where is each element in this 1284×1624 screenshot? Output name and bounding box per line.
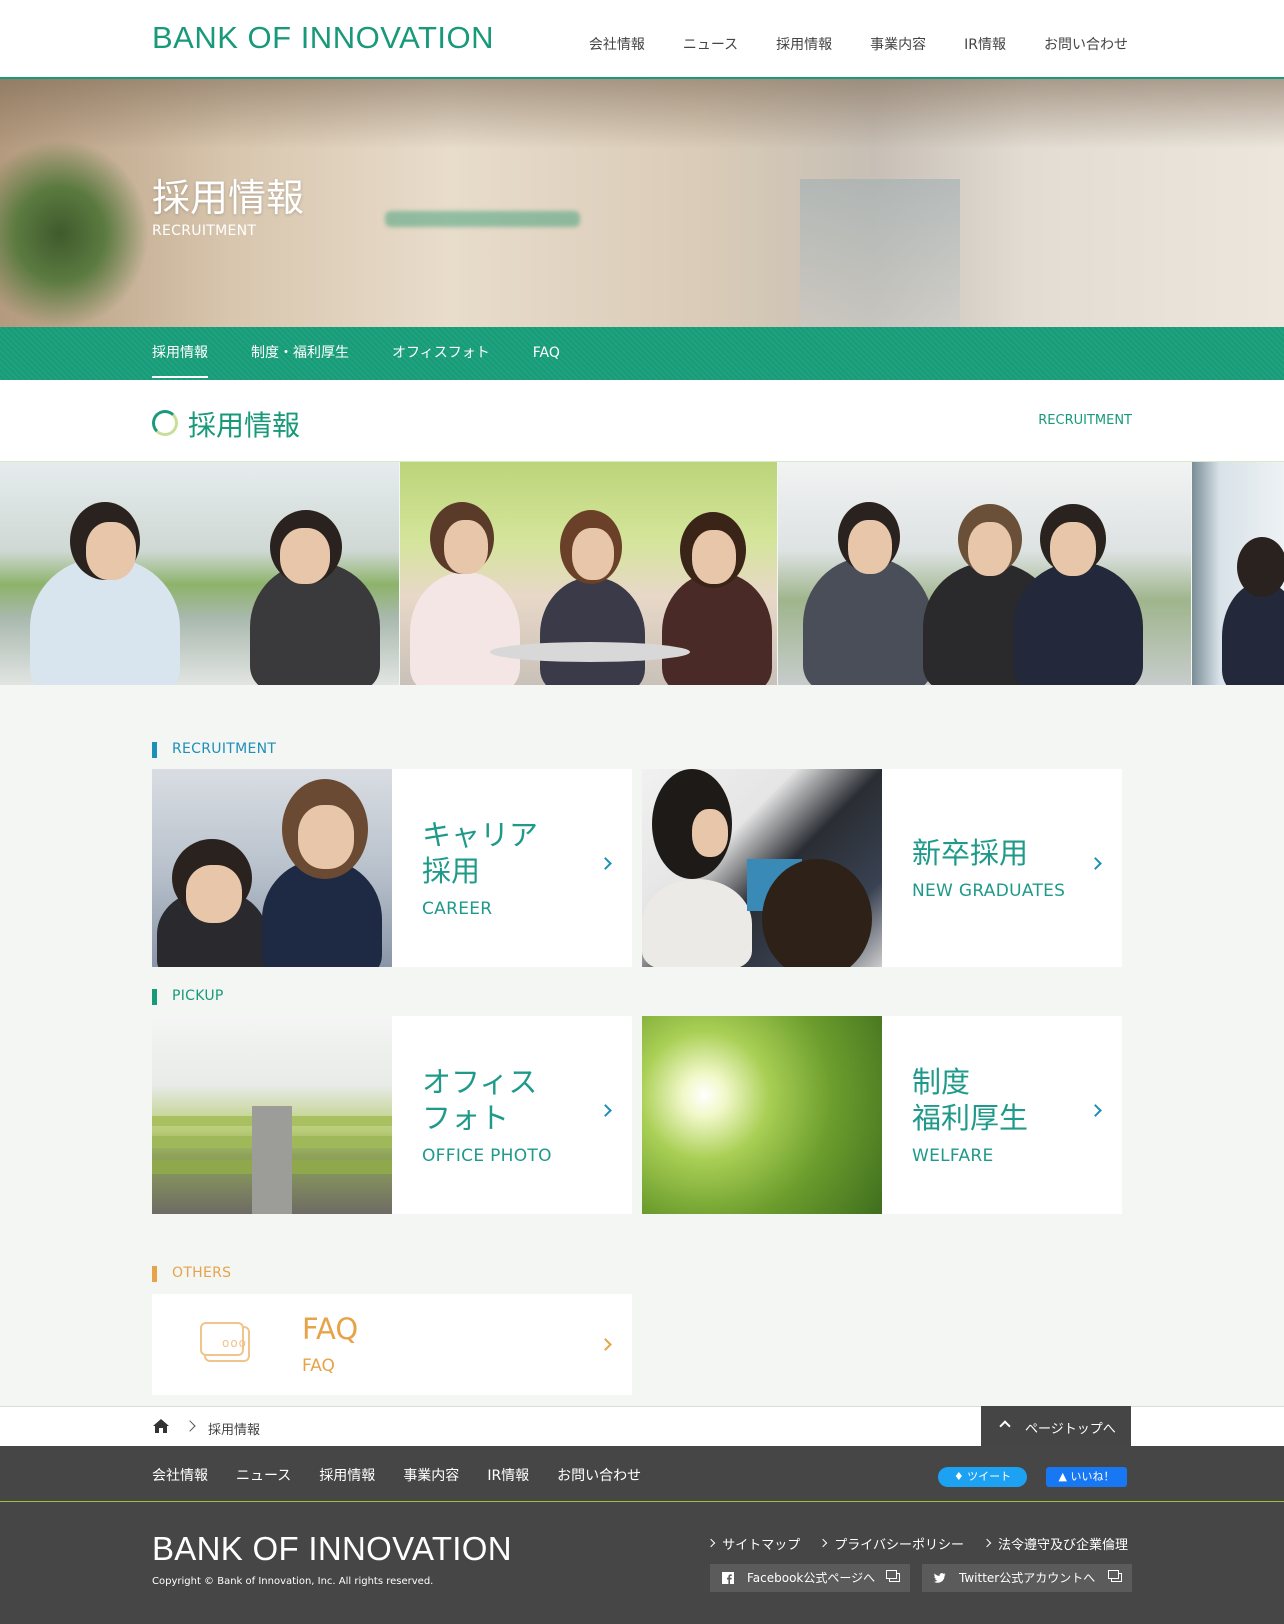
faq-card[interactable]: ooo FAQ FAQ	[152, 1294, 632, 1395]
new-graduates-card[interactable]: 新卒採用 NEW GRADUATES	[642, 769, 1122, 967]
compliance-link[interactable]: 法令遵守及び企業倫理	[984, 1534, 1128, 1553]
fnav-contact[interactable]: お問い合わせ	[557, 1465, 641, 1485]
chevron-right-icon	[599, 1338, 612, 1351]
hero-banner: 採用情報 RECRUITMENT	[0, 79, 1284, 327]
chat-bubble-dots: ooo	[222, 1336, 248, 1350]
hero-subtitle: RECRUITMENT	[152, 223, 257, 239]
new-graduates-title: 新卒採用	[912, 836, 1029, 870]
hero-plant-image	[0, 139, 150, 327]
gnav-news[interactable]: ニュース	[683, 34, 738, 54]
new-graduates-photo	[642, 769, 882, 967]
office-photo-image	[152, 1016, 392, 1214]
subnav-office-photo[interactable]: オフィスフォト	[392, 327, 490, 380]
page-top-button[interactable]: ページトップへ	[981, 1406, 1131, 1447]
office-photo-title-line2: フォト	[422, 1101, 510, 1135]
subnav-faq[interactable]: FAQ	[533, 327, 560, 380]
facebook-page-button[interactable]: Facebook公式ページへ	[710, 1564, 910, 1592]
chevron-right-icon	[184, 1420, 196, 1432]
sitemap-link[interactable]: サイトマップ	[708, 1534, 800, 1553]
facebook-icon	[722, 1572, 734, 1584]
hero-ceiling-image	[0, 79, 1284, 149]
photo-office-two-men	[0, 462, 399, 685]
tweet-label: ツイート	[967, 1470, 1012, 1483]
site-logo[interactable]: BANK OF INNOVATION	[152, 20, 494, 56]
chevron-right-icon	[1089, 1104, 1102, 1117]
photo-three-men-office	[778, 462, 1191, 685]
footer-bottom: BANK OF INNOVATION Copyright © Bank of I…	[0, 1502, 1284, 1624]
faq-title: FAQ	[302, 1312, 359, 1346]
fnav-news[interactable]: ニュース	[236, 1465, 291, 1485]
pickup-label: PICKUP	[152, 988, 224, 1005]
facebook-page-label: Facebook公式ページへ	[747, 1571, 876, 1585]
new-graduates-title-en: NEW GRADUATES	[912, 881, 1066, 901]
twitter-icon	[934, 1573, 946, 1583]
faq-title-en: FAQ	[302, 1356, 335, 1376]
footer-logo[interactable]: BANK OF INNOVATION	[152, 1530, 512, 1568]
welfare-title-line1: 制度	[912, 1065, 971, 1099]
gnav-ir[interactable]: IR情報	[964, 34, 1006, 54]
office-photo-card[interactable]: オフィス フォト OFFICE PHOTO	[152, 1016, 632, 1214]
welfare-card[interactable]: 制度 福利厚生 WELFARE	[642, 1016, 1122, 1214]
tweet-button[interactable]: ♦ ツイート	[938, 1467, 1027, 1487]
subnav-welfare[interactable]: 制度・福利厚生	[251, 327, 349, 380]
subnav-recruit[interactable]: 採用情報	[152, 327, 208, 380]
gnav-company[interactable]: 会社情報	[589, 34, 645, 54]
welfare-title-line2: 福利厚生	[912, 1101, 1029, 1135]
external-window-icon	[1108, 1570, 1122, 1582]
external-window-icon	[886, 1570, 900, 1582]
office-photo-title-line1: オフィス	[422, 1065, 538, 1099]
privacy-policy-link[interactable]: プライバシーポリシー	[820, 1534, 964, 1553]
gnav-business[interactable]: 事業内容	[870, 34, 926, 54]
chevron-right-icon	[599, 857, 612, 870]
like-button[interactable]: ▲ いいね！	[1046, 1467, 1127, 1487]
footer-links: サイトマップ プライバシーポリシー 法令遵守及び企業倫理	[708, 1534, 1128, 1553]
career-title-line2: 採用	[422, 854, 481, 888]
ring-icon	[152, 410, 178, 436]
thumbs-up-icon: ▲	[1058, 1470, 1071, 1483]
chevron-right-icon	[1089, 857, 1102, 870]
photo-three-women-cafe	[400, 462, 777, 685]
photo-strip	[0, 462, 1284, 685]
career-photo	[152, 769, 392, 967]
career-card[interactable]: キャリア 採用 CAREER	[152, 769, 632, 967]
chevron-up-icon	[999, 1420, 1011, 1432]
others-label: OTHERS	[152, 1265, 231, 1282]
fnav-business[interactable]: 事業内容	[403, 1465, 459, 1485]
fnav-ir[interactable]: IR情報	[487, 1465, 529, 1485]
welfare-leaves-image	[642, 1016, 882, 1214]
section-title: 採用情報	[188, 409, 301, 442]
copyright: Copyright © Bank of Innovation, Inc. All…	[152, 1576, 434, 1587]
home-icon[interactable]	[152, 1418, 170, 1434]
fnav-company[interactable]: 会社情報	[152, 1465, 208, 1485]
career-title-en: CAREER	[422, 899, 493, 919]
hero-title: 採用情報	[152, 176, 305, 220]
hero-glass-door-image	[800, 179, 960, 327]
global-nav: 会社情報 ニュース 採用情報 事業内容 IR情報 お問い合わせ	[589, 34, 1128, 54]
section-title-en: RECRUITMENT	[1038, 413, 1132, 428]
twitter-account-button[interactable]: Twitter公式アカウントへ	[922, 1564, 1132, 1592]
sub-nav: 採用情報 制度・福利厚生 オフィスフォト FAQ	[0, 327, 1284, 380]
career-title-line1: キャリア	[422, 818, 539, 852]
gnav-contact[interactable]: お問い合わせ	[1044, 34, 1128, 54]
hero-wall-sign-image	[385, 211, 580, 227]
section-title-bar: 採用情報 RECRUITMENT	[0, 380, 1284, 462]
twitter-bird-icon: ♦	[953, 1470, 968, 1483]
breadcrumb: 採用情報 ページトップへ	[0, 1406, 1284, 1447]
photo-window-partial	[1192, 462, 1284, 685]
breadcrumb-current: 採用情報	[208, 1423, 261, 1438]
office-photo-title-en: OFFICE PHOTO	[422, 1146, 552, 1166]
chevron-right-icon	[599, 1104, 612, 1117]
welfare-title-en: WELFARE	[912, 1146, 994, 1166]
gnav-recruit[interactable]: 採用情報	[776, 34, 832, 54]
recruitment-label: RECRUITMENT	[152, 741, 276, 758]
fnav-recruit[interactable]: 採用情報	[319, 1465, 375, 1485]
like-label: いいね！	[1070, 1470, 1115, 1483]
site-header: BANK OF INNOVATION 会社情報 ニュース 採用情報 事業内容 I…	[0, 0, 1284, 79]
page-top-label: ページトップへ	[1025, 1422, 1116, 1437]
twitter-account-label: Twitter公式アカウントへ	[959, 1571, 1096, 1585]
